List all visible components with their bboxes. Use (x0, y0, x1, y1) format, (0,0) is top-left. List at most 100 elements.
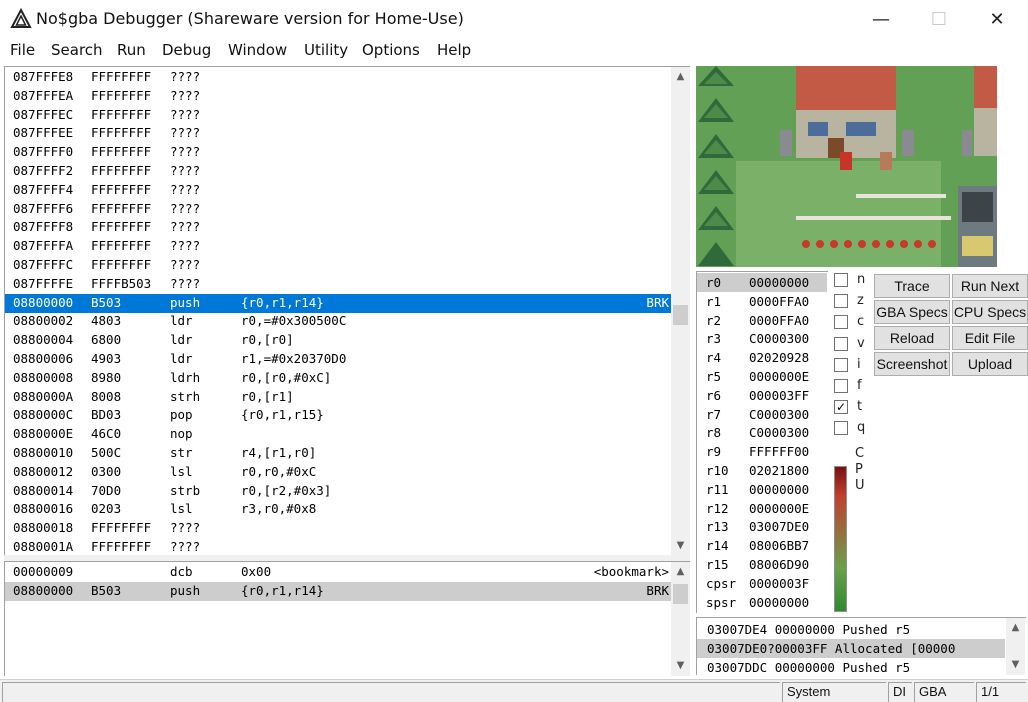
register-name: cpsr (706, 575, 737, 591)
menu-window[interactable]: Window (228, 41, 287, 59)
breakpoint-row[interactable]: 08800000 B503 push {r0,r1,r14} BRK (5, 582, 671, 601)
disassembly-row[interactable]: 08800002 4803 ldr r0,=#0x300500C (5, 312, 671, 331)
register-row[interactable]: r5 0000000E (697, 367, 827, 386)
register-row[interactable]: r0 00000000 (697, 273, 827, 292)
upload-button[interactable]: Upload (952, 352, 1028, 376)
disassembly-scrollbar[interactable]: ▲ ▼ (671, 67, 690, 555)
close-button[interactable]: ✕ (968, 0, 1026, 38)
register-row[interactable]: r13 03007DE0 (697, 517, 827, 536)
cpu-specs-button[interactable]: CPU Specs (952, 300, 1028, 324)
disassembly-row[interactable]: 087FFFFE FFFFB503???? (5, 275, 671, 294)
register-name: r11 (706, 481, 729, 497)
disassembly-row[interactable]: 08800010 500C str r4,[r1,r0] (5, 444, 671, 463)
disassembly-row[interactable]: 0880000A 8008 strh r0,[r1] (5, 388, 671, 407)
scroll-up-icon[interactable]: ▲ (1006, 619, 1025, 636)
gba-specs-button[interactable]: GBA Specs (874, 300, 950, 324)
flag-q-checkbox[interactable] (834, 421, 848, 436)
scroll-up-icon[interactable]: ▲ (671, 563, 690, 580)
app-logo-icon (10, 8, 32, 28)
disasm-code: 46C0 (91, 426, 122, 442)
register-row[interactable]: r8 C0000300 (697, 423, 827, 442)
flag-f-checkbox[interactable] (834, 379, 848, 393)
trace-button[interactable]: Trace (874, 274, 950, 298)
scroll-down-icon[interactable]: ▼ (671, 537, 690, 554)
stack-log-scrollbar[interactable]: ▲ ▼ (1006, 618, 1025, 675)
disassembly-panel[interactable]: 087FFFE8 FFFFFFFF???? 087FFFEA FFFFFFFF????… (4, 66, 690, 555)
scroll-down-icon[interactable]: ▼ (1006, 656, 1025, 673)
register-row[interactable]: r9 FFFFFF00 (697, 442, 827, 461)
disasm-addr: 08800002 (13, 313, 74, 329)
disasm-code: 70D0 (91, 482, 122, 498)
disassembly-row[interactable]: 087FFFF8 FFFFFFFF???? (5, 218, 671, 237)
scroll-thumb[interactable] (673, 305, 688, 325)
reload-button[interactable]: Reload (874, 326, 950, 350)
register-row[interactable]: r7 C0000300 (697, 405, 827, 424)
disassembly-row[interactable]: 08800016 0203 lsl r3,r0,#0x8 (5, 500, 671, 519)
breakpoint-list-panel[interactable]: 00000009 dcb 0x00 <bookmark> 08800000 B503 pus… (4, 561, 690, 676)
run-next-button[interactable]: Run Next (952, 274, 1028, 298)
disassembly-row[interactable]: 08800008 8980 ldrh r0,[r0,#0xC] (5, 369, 671, 388)
disassembly-row[interactable]: 087FFFEE FFFFFFFF???? (5, 124, 671, 143)
flag-c-checkbox[interactable] (834, 315, 848, 330)
list-item[interactable]: 03007DDC 00000000 Pushed r5 (697, 658, 1005, 675)
menu-file[interactable]: File (10, 41, 35, 59)
flag-v-checkbox[interactable] (834, 336, 848, 351)
disassembly-row[interactable]: 0880000E 46C0 nop (5, 425, 671, 444)
register-panel[interactable]: r0 00000000 r1 0000FFA0 r2 0000FFA0 r3 C0000300… (696, 271, 828, 613)
register-row[interactable]: r3 C0000300 (697, 329, 827, 348)
disassembly-row[interactable]: 087FFFF0 FFFFFFFF???? (5, 143, 671, 162)
register-row[interactable]: r4 02020928 (697, 348, 827, 367)
menu-options[interactable]: Options (362, 41, 420, 59)
disassembly-row[interactable]: 087FFFF2 FFFFFFFF???? (5, 162, 671, 181)
disassembly-row[interactable]: 08800006 4903 ldr r1,=#0x20370D0 (5, 350, 671, 369)
disassembly-row[interactable]: 087FFFE8 FFFFFFFF???? (5, 68, 671, 87)
register-row[interactable]: r1 0000FFA0 (697, 292, 827, 311)
list-item[interactable]: 03007DE4 00000000 Pushed r5 (697, 620, 1005, 639)
menu-utility[interactable]: Utility (304, 41, 348, 59)
scroll-up-icon[interactable]: ▲ (671, 68, 690, 85)
disassembly-row[interactable]: 08800004 6800 ldr r0,[r0] (5, 331, 671, 350)
register-row[interactable]: r15 08006D90 (697, 555, 827, 574)
scroll-down-icon[interactable]: ▼ (671, 657, 690, 674)
flag-t-checkbox[interactable]: ✓ (834, 400, 848, 415)
register-row[interactable]: r2 0000FFA0 (697, 311, 827, 330)
register-row[interactable]: r6 000003FF (697, 386, 827, 405)
register-name: r0 (706, 275, 722, 290)
register-row[interactable]: r10 02021800 (697, 461, 827, 480)
register-row[interactable]: cpsr 0000003F (697, 574, 827, 593)
disassembly-row[interactable]: 087FFFFC FFFFFFFF???? (5, 256, 671, 275)
menu-search[interactable]: Search (51, 41, 103, 59)
disassembly-row[interactable]: 08800012 0300 lsl r0,r0,#0xC (5, 463, 671, 482)
flag-n-checkbox[interactable] (834, 273, 848, 287)
bookmark-ops: {r0,r1,r14} (241, 583, 324, 598)
screenshot-button[interactable]: Screenshot (874, 352, 950, 376)
menu-debug[interactable]: Debug (162, 41, 211, 59)
disassembly-row[interactable]: 087FFFF6 FFFFFFFF???? (5, 200, 671, 219)
disassembly-row[interactable]: 08800014 70D0 strb r0,[r2,#0x3] (5, 482, 671, 501)
disassembly-row[interactable]: 087FFFFA FFFFFFFF???? (5, 237, 671, 256)
edit-file-button[interactable]: Edit File (952, 326, 1028, 350)
register-row[interactable]: r14 08006BB7 (697, 536, 827, 555)
scroll-thumb[interactable] (673, 584, 688, 604)
window-title: No$gba Debugger (Shareware version for H… (36, 9, 464, 28)
stack-log-panel[interactable]: 03007DE4 00000000 Pushed r5 03007DE0?000… (696, 617, 1026, 675)
menu-help[interactable]: Help (437, 41, 471, 59)
flag-i-checkbox[interactable] (834, 357, 848, 372)
minimize-button[interactable]: — (852, 0, 910, 38)
register-row[interactable]: r11 00000000 (697, 480, 827, 499)
disassembly-row[interactable]: 087FFFEA FFFFFFFF???? (5, 87, 671, 106)
register-row[interactable]: r12 0000000E (697, 499, 827, 518)
menu-run[interactable]: Run (117, 41, 146, 59)
register-row[interactable]: spsr 00000000 (697, 593, 827, 612)
disassembly-row[interactable]: 0880000C BD03 pop {r0,r1,r15} (5, 406, 671, 425)
disassembly-row[interactable]: 087FFFF4 FFFFFFFF???? (5, 181, 671, 200)
disassembly-row[interactable]: 08800000 B503 push {r0,r1,r14} BRK (5, 293, 671, 313)
disassembly-row[interactable]: 08800018 FFFFFFFF???? (5, 519, 671, 538)
flag-z-checkbox[interactable] (834, 294, 848, 309)
breakpoint-scrollbar[interactable]: ▲ ▼ (671, 562, 690, 676)
disassembly-row[interactable]: 0880001A FFFFFFFF???? (5, 538, 671, 555)
register-name: r3 (706, 331, 722, 347)
breakpoint-row[interactable]: 00000009 dcb 0x00 <bookmark> (5, 563, 671, 582)
list-item[interactable]: 03007DE0?00003FF Allocated [00000 (697, 639, 1005, 658)
disassembly-row[interactable]: 087FFFEC FFFFFFFF???? (5, 106, 671, 125)
